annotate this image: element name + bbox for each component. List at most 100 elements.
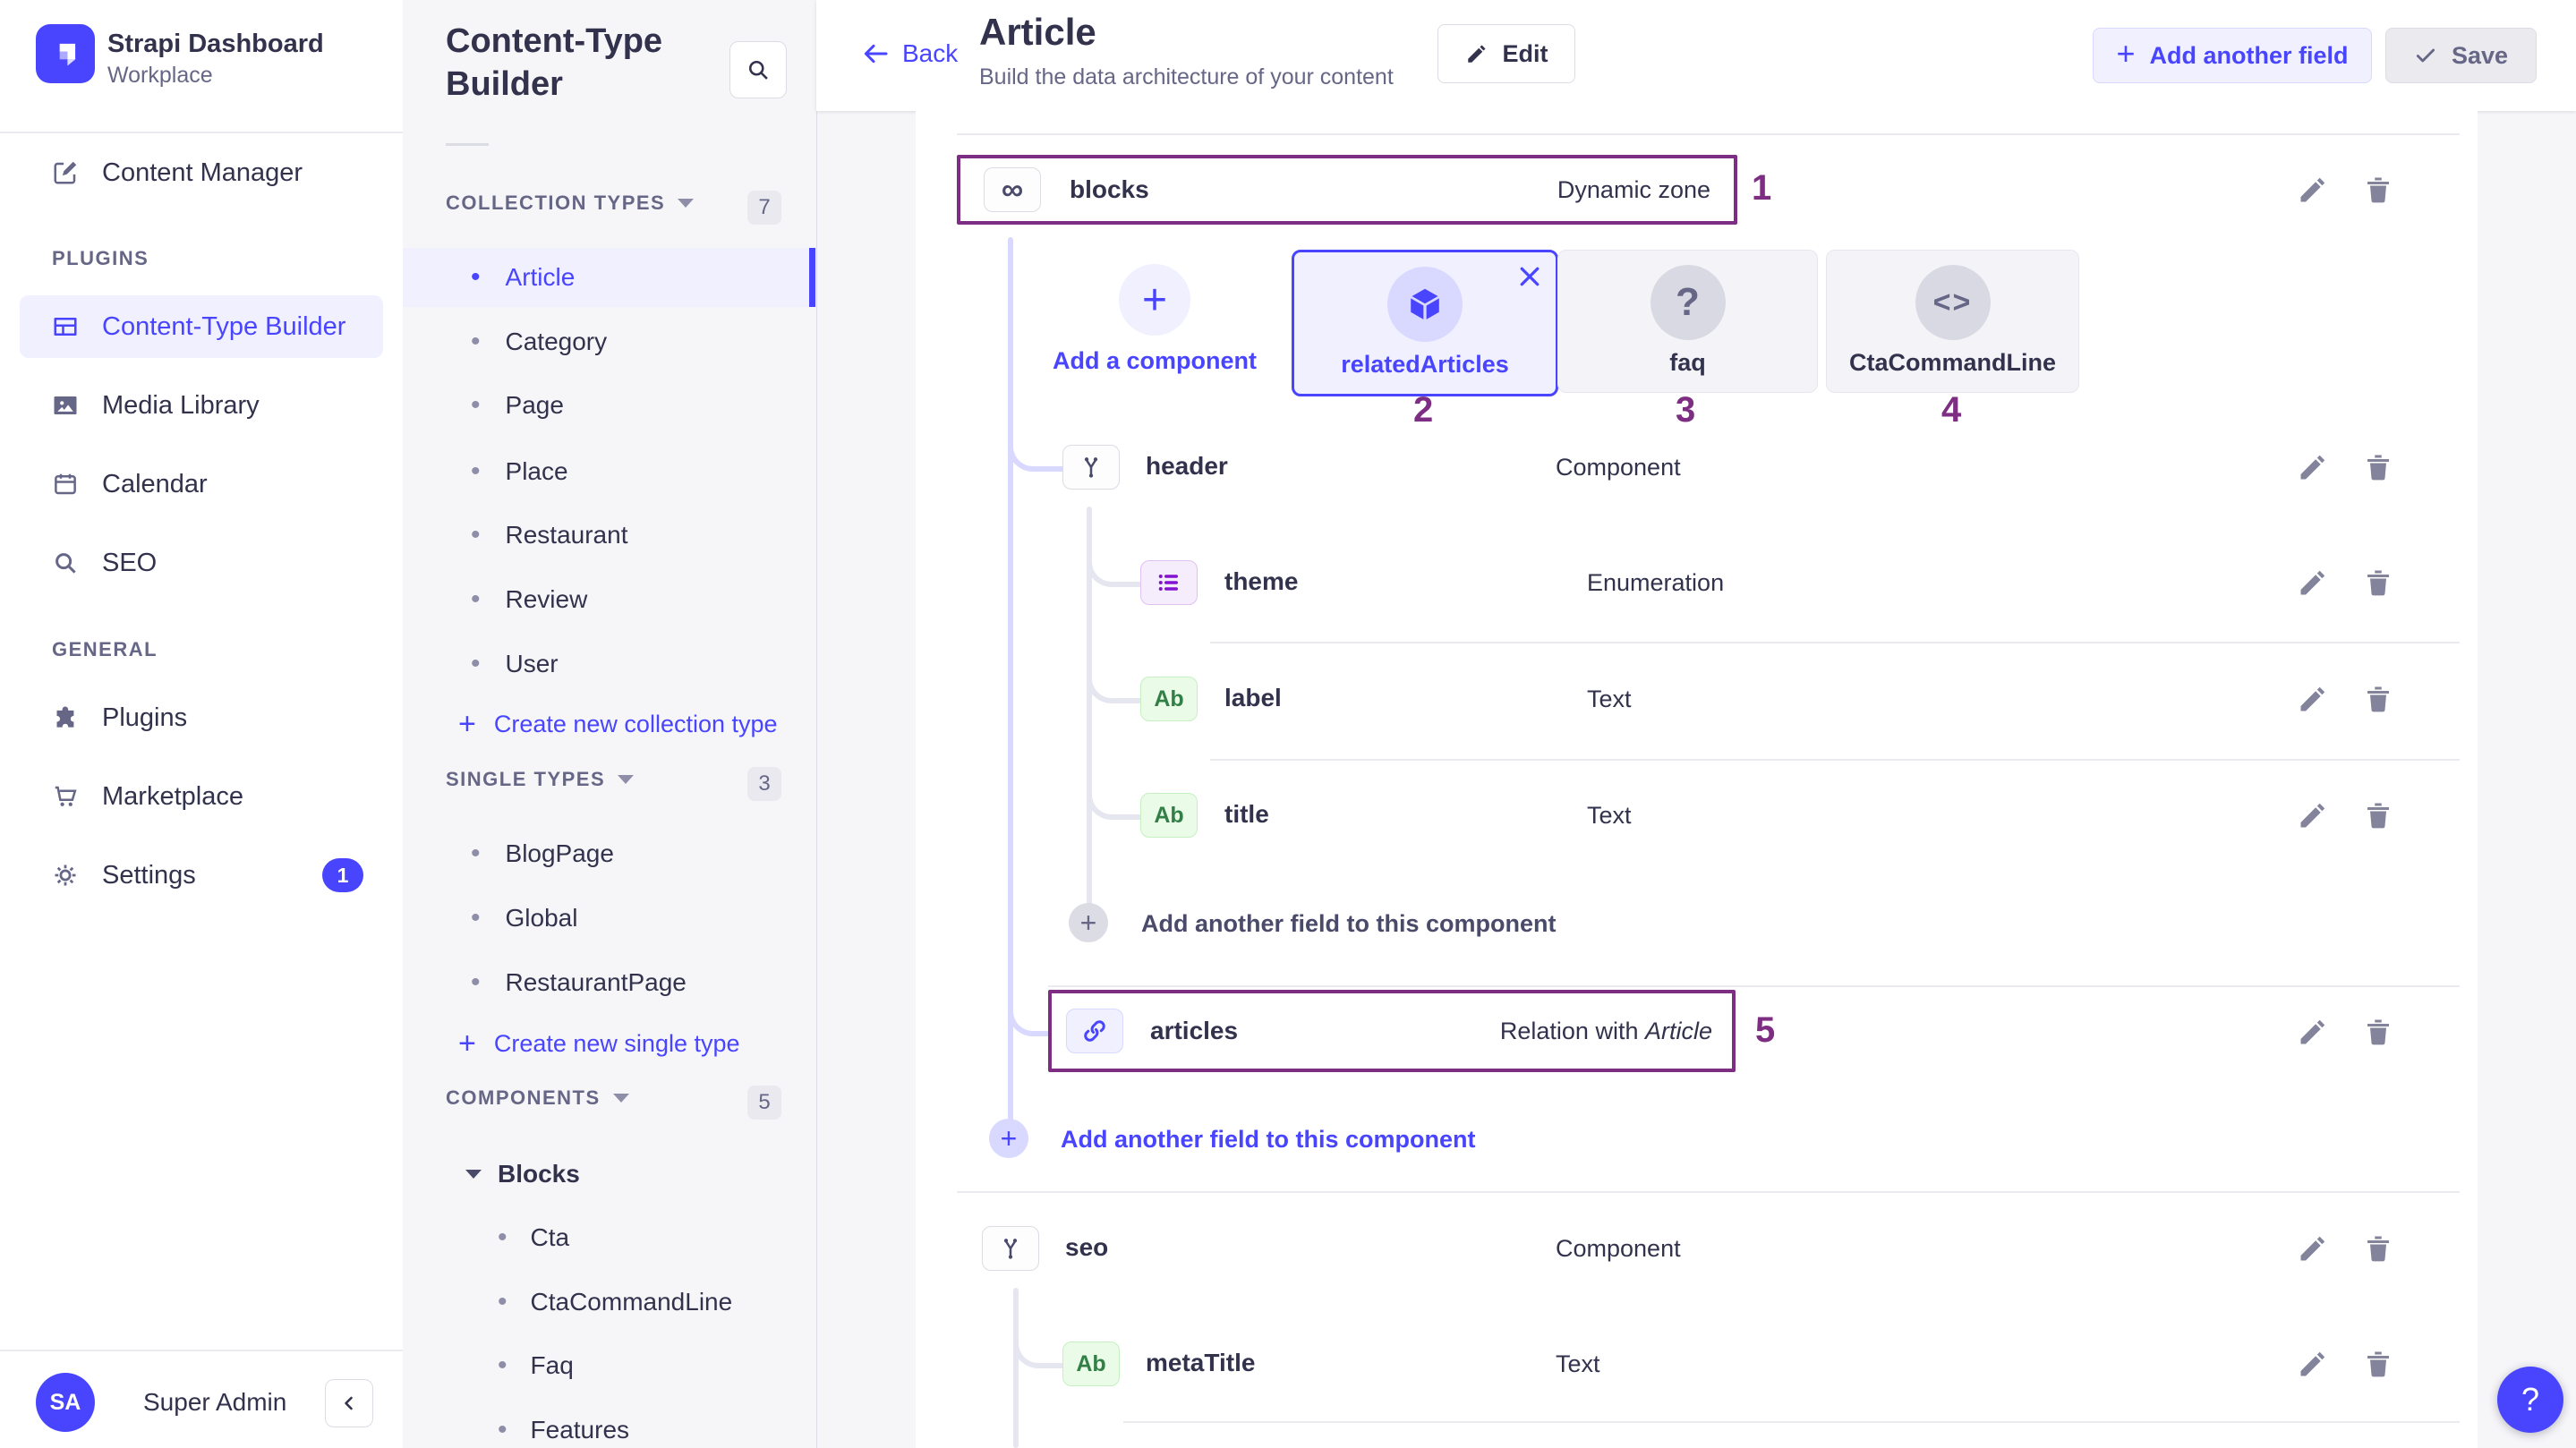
panel-item-article[interactable]: • Article xyxy=(403,248,815,307)
check-icon xyxy=(2414,44,2437,67)
plus-icon: + xyxy=(2116,35,2135,72)
sidebar-divider xyxy=(0,132,403,133)
annotation-5: 5 xyxy=(1755,1010,1775,1051)
panel-item-restaurant[interactable]: •Restaurant xyxy=(403,506,815,565)
add-a-component-link[interactable]: Add a component xyxy=(1047,347,1262,375)
collection-types-header[interactable]: COLLECTION TYPES xyxy=(446,192,694,215)
delete-field-button[interactable] xyxy=(2362,174,2394,206)
settings-badge: 1 xyxy=(322,858,363,892)
delete-field-button[interactable] xyxy=(2362,566,2394,599)
enumeration-icon xyxy=(1140,560,1198,605)
edit-field-button[interactable] xyxy=(2297,451,2329,483)
sidebar-footer-divider xyxy=(0,1350,403,1351)
delete-field-button[interactable] xyxy=(2362,1348,2394,1380)
add-field-to-dynamic-zone-button[interactable]: + xyxy=(989,1119,1028,1158)
panel-item-category[interactable]: •Category xyxy=(403,312,815,371)
sidebar-item-calendar[interactable]: Calendar xyxy=(0,453,403,515)
single-types-header[interactable]: SINGLE TYPES xyxy=(446,768,634,791)
plugins-section-header: PLUGINS xyxy=(52,247,149,270)
field-name: theme xyxy=(1224,566,1298,597)
sidebar-item-marketplace[interactable]: Marketplace xyxy=(0,765,403,828)
screen: Strapi Dashboard Workplace Content Manag… xyxy=(0,0,2576,1448)
component-card-ctacommandline[interactable]: <> CtaCommandLine xyxy=(1826,250,2079,393)
delete-field-button[interactable] xyxy=(2362,799,2394,831)
component-card-relatedarticles[interactable]: relatedArticles xyxy=(1292,250,1558,396)
sidebar-item-label: Settings xyxy=(102,861,196,890)
edit-field-button[interactable] xyxy=(2297,1348,2329,1380)
plus-icon: + xyxy=(458,1026,476,1061)
sidebar-item-content-manager[interactable]: Content Manager xyxy=(0,141,403,204)
collapse-sidebar-button[interactable] xyxy=(325,1379,373,1427)
sidebar-item-media-library[interactable]: Media Library xyxy=(0,374,403,437)
edit-field-button[interactable] xyxy=(2297,799,2329,831)
component-card-faq[interactable]: ? faq xyxy=(1557,250,1818,393)
strapi-logo[interactable] xyxy=(36,24,95,83)
panel-item-blogpage[interactable]: •BlogPage xyxy=(403,824,815,883)
panel-item-review[interactable]: •Review xyxy=(403,570,815,629)
edit-field-button[interactable] xyxy=(2297,1016,2329,1048)
edit-field-button[interactable] xyxy=(2297,174,2329,206)
add-component-plus-button[interactable]: + xyxy=(1119,264,1190,336)
add-another-field-button[interactable]: + Add another field xyxy=(2093,28,2372,83)
panel-item-user[interactable]: •User xyxy=(403,635,815,694)
code-brackets-icon: <> xyxy=(1915,265,1991,340)
collection-types-count: 7 xyxy=(747,191,781,225)
components-header[interactable]: COMPONENTS xyxy=(446,1086,629,1110)
panel-item-global[interactable]: •Global xyxy=(403,889,815,948)
delete-field-button[interactable] xyxy=(2362,1232,2394,1265)
panel-item-page[interactable]: •Page xyxy=(403,376,815,435)
create-single-type-link[interactable]: + Create new single type xyxy=(403,1017,815,1070)
panel-divider xyxy=(446,143,489,146)
content-type-builder-panel: Content-Type Builder COLLECTION TYPES 7 … xyxy=(403,0,817,1448)
panel-title: Content-Type Builder xyxy=(446,20,714,106)
avatar[interactable]: SA xyxy=(36,1373,95,1432)
panel-item-features[interactable]: •Features xyxy=(403,1401,815,1448)
bullet-icon: • xyxy=(498,1222,508,1253)
layout-grid-icon xyxy=(52,313,79,340)
arrow-left-icon xyxy=(861,39,890,68)
edit-field-button[interactable] xyxy=(2297,566,2329,599)
sidebar-item-content-type-builder[interactable]: Content-Type Builder xyxy=(0,295,403,358)
components-group-blocks[interactable]: Blocks xyxy=(465,1160,580,1188)
bullet-icon: • xyxy=(498,1415,508,1445)
divider xyxy=(1210,759,2460,761)
bullet-icon: • xyxy=(471,327,481,357)
components-count: 5 xyxy=(747,1086,781,1120)
sidebar-item-plugins[interactable]: Plugins xyxy=(0,686,403,749)
panel-item-faq[interactable]: •Faq xyxy=(403,1336,815,1395)
bullet-icon: • xyxy=(471,390,481,421)
sidebar-item-seo[interactable]: SEO xyxy=(0,532,403,594)
edit-field-button[interactable] xyxy=(2297,683,2329,715)
component-icon xyxy=(982,1226,1039,1271)
cube-icon xyxy=(1387,267,1463,342)
panel-item-place[interactable]: •Place xyxy=(403,442,815,501)
panel-item-cta[interactable]: •Cta xyxy=(403,1208,815,1267)
calendar-icon xyxy=(52,471,79,498)
relation-target: Article xyxy=(1645,1018,1712,1044)
user-name: Super Admin xyxy=(143,1388,286,1417)
page-subtitle: Build the data architecture of your cont… xyxy=(979,64,1394,90)
delete-field-button[interactable] xyxy=(2362,683,2394,715)
edit-button[interactable]: Edit xyxy=(1437,24,1575,83)
create-collection-type-link[interactable]: + Create new collection type xyxy=(403,697,815,751)
field-row-articles[interactable]: articles Relation with Article xyxy=(1048,990,1736,1072)
tree-elbow xyxy=(1008,992,1049,1036)
delete-field-button[interactable] xyxy=(2362,1016,2394,1048)
back-link[interactable]: Back xyxy=(861,39,958,68)
save-button[interactable]: Save xyxy=(2385,28,2537,83)
search-button[interactable] xyxy=(729,41,787,98)
field-row-blocks[interactable]: ∞ blocks Dynamic zone xyxy=(957,155,1737,225)
help-button[interactable]: ? xyxy=(2497,1367,2563,1433)
panel-item-ctacommandline[interactable]: •CtaCommandLine xyxy=(403,1273,815,1332)
delete-field-button[interactable] xyxy=(2362,451,2394,483)
add-field-to-component-link[interactable]: Add another field to this component xyxy=(1141,910,1556,938)
edit-field-button[interactable] xyxy=(2297,1232,2329,1265)
bullet-icon: • xyxy=(471,967,481,998)
close-icon[interactable] xyxy=(1516,263,1543,290)
add-field-to-dynamic-zone-link[interactable]: Add another field to this component xyxy=(1061,1126,1475,1154)
general-section-header: GENERAL xyxy=(52,638,158,661)
panel-item-restaurantpage[interactable]: •RestaurantPage xyxy=(403,953,815,1012)
chevron-down-icon xyxy=(618,775,634,784)
add-field-to-component-button[interactable]: + xyxy=(1069,903,1108,942)
dynamic-zone-icon: ∞ xyxy=(984,167,1041,212)
